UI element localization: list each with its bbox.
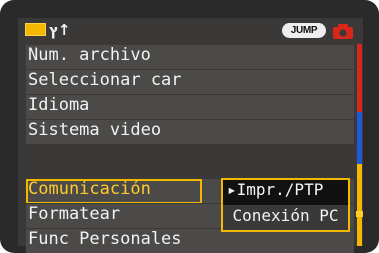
menu-item-label: Formatear [28,204,121,224]
menu-item-label: Func Personales [28,229,182,249]
menu-tab-bar: ץ↑ JUMP [18,18,363,44]
menu-item-sistema-video[interactable]: Sistema video [26,119,354,144]
jump-button[interactable]: JUMP [282,23,326,38]
scrollbar-segment-yellow [357,164,362,246]
menu-item-label: Idioma [28,95,90,115]
comunicacion-options-popup: ▸Impr./PTP Conexión PC [221,178,350,232]
camera-lcd-frame: ץ↑ JUMP Num. archivo Seleccionar car Idi… [0,0,379,253]
menu-item-label: Comunicación [28,179,151,199]
menu-item-label: Seleccionar car [28,70,182,90]
folder-tab-icon[interactable] [25,23,46,36]
menu-item-seleccionar-car[interactable]: Seleccionar car [26,69,354,94]
menu-item-label: Sistema video [28,120,162,140]
option-impr-ptp[interactable]: ▸Impr./PTP [223,180,348,205]
menu-scrollbar[interactable] [356,44,363,246]
menu-item-idioma[interactable]: Idioma [26,94,354,119]
scrollbar-segment-blue [357,112,362,164]
menu-item-num-archivo[interactable]: Num. archivo [26,44,354,69]
wrench-icon[interactable]: ץ↑ [49,20,70,40]
menu-screen: ץ↑ JUMP Num. archivo Seleccionar car Idi… [18,18,363,253]
scrollbar-thumb[interactable] [356,211,363,217]
option-conexion-pc[interactable]: Conexión PC [223,206,348,231]
menu-item-label: Num. archivo [28,45,151,65]
camera-icon[interactable] [332,22,354,40]
scrollbar-segment-red [357,44,362,112]
